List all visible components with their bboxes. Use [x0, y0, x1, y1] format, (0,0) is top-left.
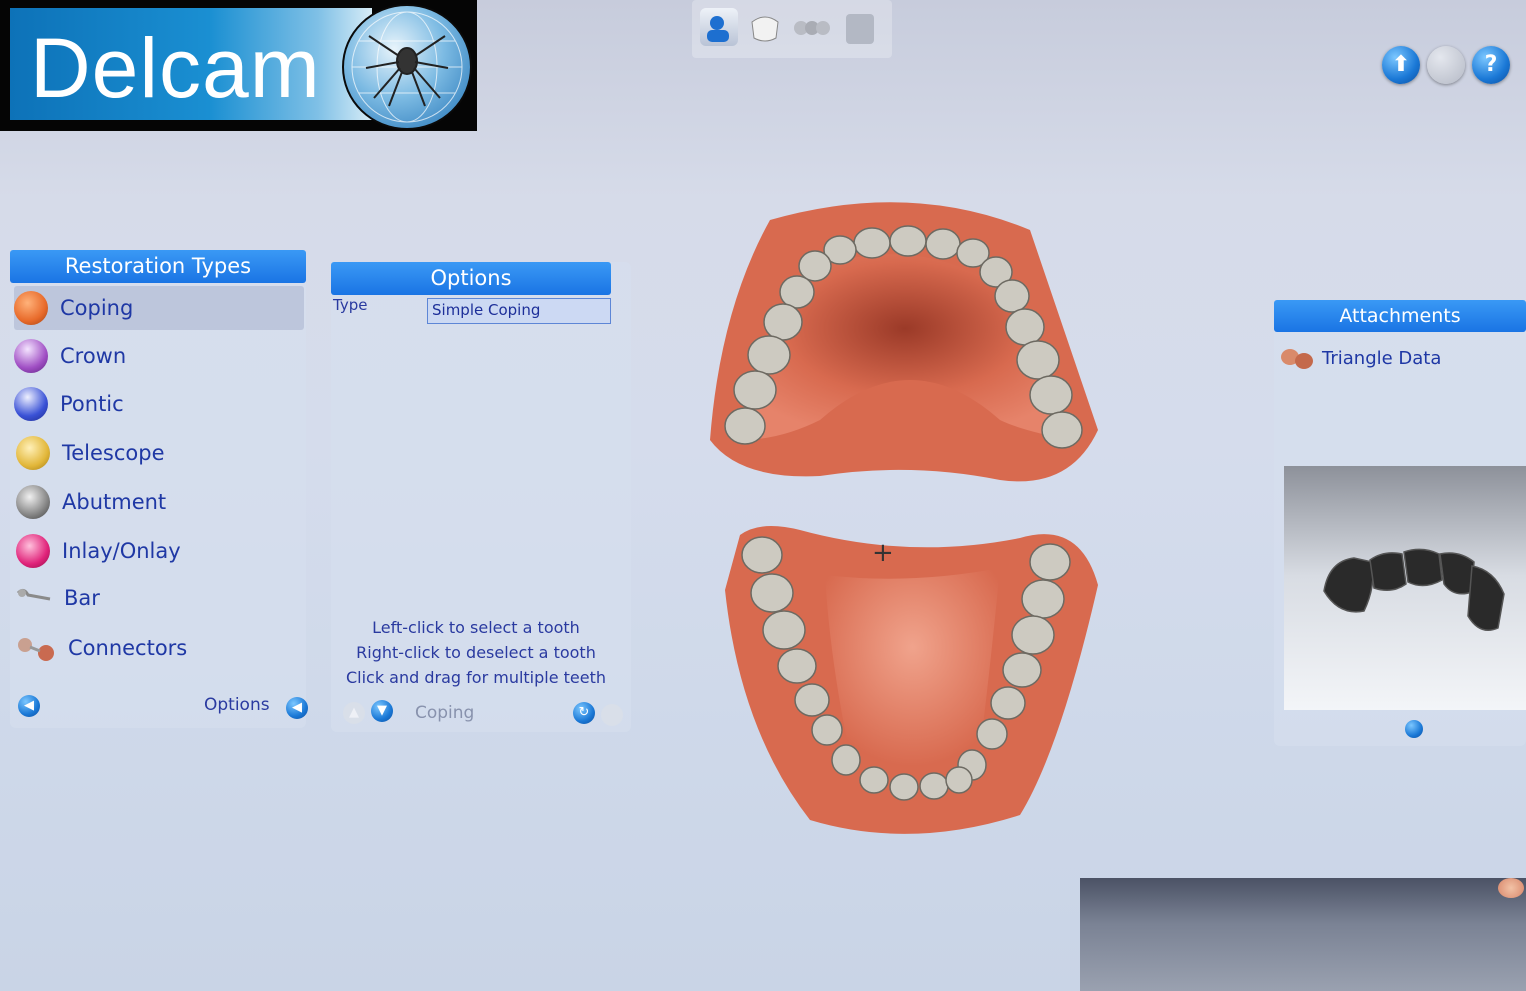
disabled-icon	[1427, 46, 1465, 84]
restoration-item-coping[interactable]: Coping	[14, 286, 304, 330]
options-panel: Options Type Simple Coping Left-click to…	[331, 262, 631, 732]
telescope-icon	[16, 436, 50, 470]
type-label: Type	[333, 296, 368, 314]
disabled-dot-icon	[601, 704, 623, 726]
restoration-item-label: Crown	[60, 344, 127, 368]
attachment-preview	[1284, 466, 1526, 710]
upload-icon[interactable]: ⬆	[1382, 46, 1420, 84]
up-disabled-icon: ▲	[343, 702, 365, 724]
crown-icon	[14, 339, 48, 373]
preview-nav-icon[interactable]	[1405, 720, 1423, 738]
tooth-thumbnail-icon	[1498, 878, 1524, 898]
restoration-item-bar[interactable]: Bar	[16, 576, 306, 620]
restoration-item-pontic[interactable]: Pontic	[14, 382, 304, 426]
restoration-item-inlay-onlay[interactable]: Inlay/Onlay	[16, 529, 306, 573]
abutment-icon	[16, 485, 50, 519]
connectors-icon	[16, 631, 60, 665]
hint-deselect: Right-click to deselect a tooth	[356, 643, 596, 662]
coping-footer-label: Coping	[415, 703, 475, 723]
type-select[interactable]: Simple Coping	[427, 298, 611, 324]
type-value: Simple Coping	[432, 301, 541, 319]
refresh-icon[interactable]: ↻	[573, 702, 595, 724]
workflow-toolbar	[692, 0, 892, 58]
restoration-item-label: Bar	[64, 586, 100, 610]
down-arrow-icon[interactable]: ▼	[371, 700, 393, 722]
logo-bar: Delcam	[10, 8, 372, 120]
pontic-icon	[14, 387, 48, 421]
patient-icon[interactable]	[700, 8, 738, 46]
spider-globe-icon	[342, 4, 472, 130]
back-arrow-icon[interactable]: ◀	[18, 695, 40, 717]
restoration-item-label: Connectors	[68, 636, 188, 660]
bridge-icon[interactable]	[792, 8, 830, 46]
restoration-item-label: Abutment	[62, 490, 167, 514]
restoration-item-label: Coping	[60, 296, 134, 320]
upper-jaw[interactable]	[710, 202, 1098, 482]
jaw-viewport[interactable]	[700, 190, 1120, 850]
restoration-item-telescope[interactable]: Telescope	[16, 431, 306, 475]
attachments-title: Attachments	[1274, 300, 1526, 332]
triangle-data-icon	[1278, 343, 1318, 373]
inlay-onlay-icon	[16, 534, 50, 568]
attachment-label: Triangle Data	[1322, 347, 1442, 369]
model-icon[interactable]	[840, 8, 878, 46]
restoration-item-crown[interactable]: Crown	[14, 334, 304, 378]
restoration-item-label: Inlay/Onlay	[62, 539, 181, 563]
crosshair-icon: +	[872, 538, 894, 568]
hint-multi: Click and drag for multiple teeth	[345, 668, 607, 687]
options-title: Options	[331, 262, 611, 295]
options-footer-label: Options	[204, 695, 270, 715]
delcam-logo: Delcam	[0, 0, 477, 131]
logo-text: Delcam	[30, 21, 321, 115]
restoration-item-connectors[interactable]: Connectors	[16, 626, 306, 670]
crown-icon[interactable]	[746, 8, 784, 46]
restoration-item-label: Telescope	[62, 441, 165, 465]
bar-icon	[16, 581, 56, 615]
camera-inset	[1080, 878, 1526, 991]
coping-icon	[14, 291, 48, 325]
attachment-item[interactable]: Triangle Data	[1278, 340, 1522, 376]
restoration-types-title: Restoration Types	[10, 250, 306, 283]
restoration-item-label: Pontic	[60, 392, 124, 416]
hint-select: Left-click to select a tooth	[372, 618, 580, 637]
options-arrow-icon[interactable]: ◀	[286, 697, 308, 719]
lower-jaw[interactable]	[725, 526, 1098, 834]
restoration-item-abutment[interactable]: Abutment	[16, 480, 306, 524]
help-icon[interactable]: ?	[1472, 46, 1510, 84]
restoration-types-panel: Restoration Types Coping Crown Pontic Te…	[10, 250, 308, 728]
